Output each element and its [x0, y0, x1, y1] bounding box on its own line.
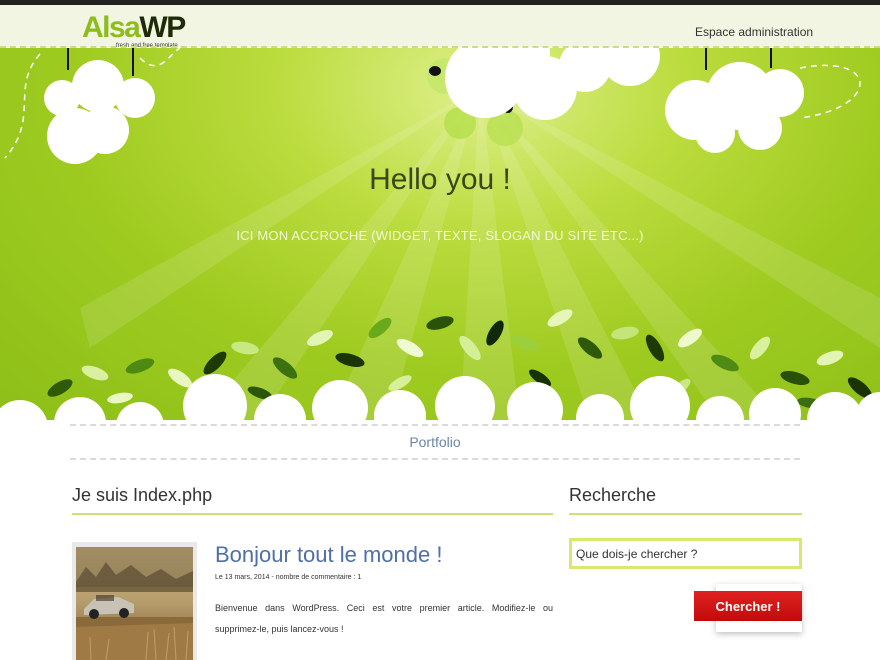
search-input[interactable]	[569, 538, 802, 569]
logo-part-1: Alsa	[82, 11, 141, 44]
search-button[interactable]: Chercher !	[694, 591, 802, 621]
post-excerpt: Bienvenue dans WordPress. Ceci est votre…	[215, 603, 553, 634]
nav-item-portfolio[interactable]: Portfolio	[70, 434, 800, 450]
leaves-decoration-icon	[0, 309, 880, 420]
post-thumbnail[interactable]	[76, 547, 193, 660]
main-nav: Portfolio	[70, 424, 800, 460]
site-header: AlsaWP fresh and free template Espace ad…	[0, 5, 880, 50]
hero-banner: Hello you ! ICI MON ACCROCHE (WIDGET, TE…	[0, 48, 880, 420]
title-underline	[72, 513, 553, 515]
logo-wordmark: AlsaWP	[82, 11, 186, 44]
post-title-link[interactable]: Bonjour tout le monde !	[215, 542, 442, 568]
car-photo-icon	[76, 547, 193, 660]
page-title: Je suis Index.php	[72, 485, 213, 505]
post-meta: Le 13 mars, 2014 - nombre de commentaire…	[215, 574, 362, 581]
sidebar-title-underline	[569, 513, 802, 515]
admin-link[interactable]: Espace administration	[695, 25, 813, 39]
sidebar-title: Recherche	[569, 485, 657, 505]
logo-part-2: WP	[139, 11, 186, 44]
site-logo[interactable]: AlsaWP fresh and free template	[82, 11, 186, 50]
